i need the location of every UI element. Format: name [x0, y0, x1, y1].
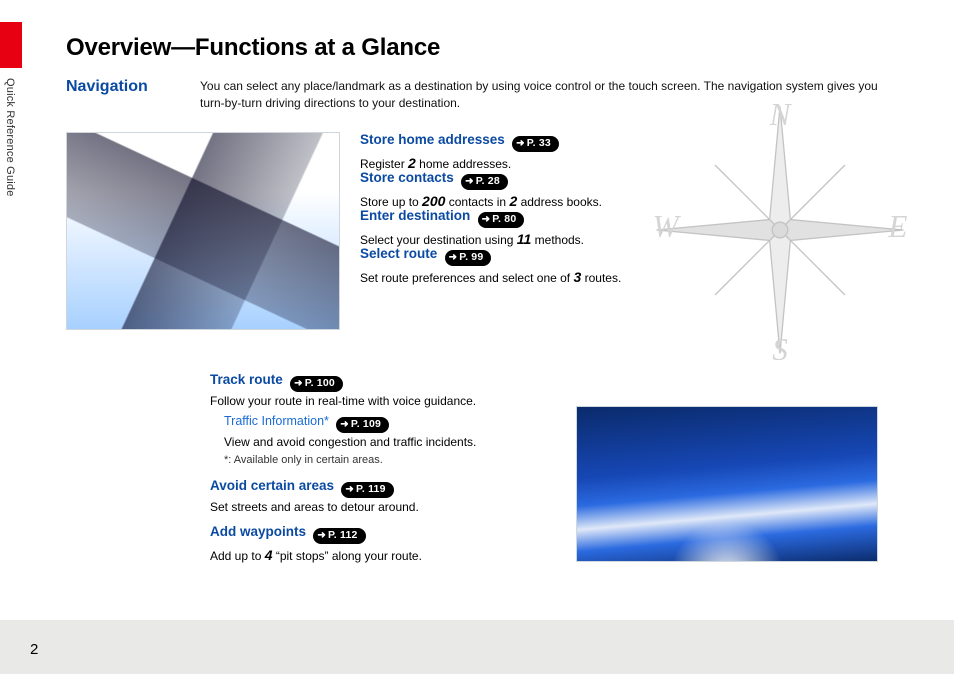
arrow-icon: ➜	[294, 379, 303, 389]
section-avoid-areas: Avoid certain areas ➜P. 119 Set streets …	[210, 476, 560, 516]
section-heading-navigation: Navigation	[66, 78, 148, 96]
section-tab	[0, 22, 22, 68]
desc-avoid-areas: Set streets and areas to detour around.	[210, 499, 560, 516]
arrow-icon: ➜	[340, 420, 349, 430]
section-add-waypoints: Add waypoints ➜P. 112 Add up to 4 “pit s…	[210, 522, 560, 565]
arrow-icon: ➜	[465, 177, 474, 187]
compass-e: E	[887, 209, 907, 244]
desc-traffic-info: View and avoid congestion and traffic in…	[224, 434, 560, 451]
arrow-icon: ➜	[482, 215, 491, 225]
heading-select-route[interactable]: Select route	[360, 246, 437, 261]
section-enter-destination: Enter destination ➜P. 80 Select your des…	[360, 206, 690, 249]
compass-s: S	[772, 332, 788, 360]
desc-track-route: Follow your route in real-time with voic…	[210, 393, 560, 410]
heading-enter-destination[interactable]: Enter destination	[360, 208, 470, 223]
heading-avoid-areas[interactable]: Avoid certain areas	[210, 478, 334, 493]
arrow-icon: ➜	[317, 531, 326, 541]
heading-track-route[interactable]: Track route	[210, 372, 283, 387]
page-ref-store-home[interactable]: ➜P. 33	[512, 136, 559, 152]
arrow-icon: ➜	[449, 253, 458, 263]
desc-select-route: Set route preferences and select one of …	[360, 267, 690, 287]
heading-add-waypoints[interactable]: Add waypoints	[210, 524, 306, 539]
highway-image	[576, 406, 878, 562]
compass-n: N	[769, 100, 793, 132]
page-ref-enter-destination[interactable]: ➜P. 80	[478, 212, 525, 228]
arrow-icon: ➜	[345, 485, 354, 495]
desc-add-waypoints: Add up to 4 “pit stops” along your route…	[210, 545, 560, 565]
side-label: Quick Reference Guide	[0, 78, 22, 298]
section-track-route: Track route ➜P. 100 Follow your route in…	[210, 370, 560, 410]
page-ref-add-waypoints[interactable]: ➜P. 112	[313, 528, 365, 544]
section-select-route: Select route ➜P. 99 Set route preference…	[360, 244, 690, 287]
heading-store-home[interactable]: Store home addresses	[360, 132, 505, 147]
skyscraper-image	[66, 132, 340, 330]
heading-store-contacts[interactable]: Store contacts	[360, 170, 454, 185]
page-ref-traffic-info[interactable]: ➜P. 109	[336, 417, 389, 433]
page: 2 Quick Reference Guide Overview—Functio…	[0, 0, 954, 674]
page-ref-select-route[interactable]: ➜P. 99	[445, 250, 492, 266]
page-ref-avoid-areas[interactable]: ➜P. 119	[341, 482, 393, 498]
section-store-home: Store home addresses ➜P. 33 Register 2 h…	[360, 130, 690, 173]
section-store-contacts: Store contacts ➜P. 28 Store up to 200 co…	[360, 168, 690, 211]
section-traffic-info: Traffic Information* ➜P. 109 View and av…	[210, 412, 560, 469]
page-ref-store-contacts[interactable]: ➜P. 28	[461, 174, 508, 190]
page-title: Overview—Functions at a Glance	[66, 34, 440, 62]
footer-strip: 2	[0, 620, 954, 674]
arrow-icon: ➜	[516, 139, 525, 149]
side-label-text: Quick Reference Guide	[4, 78, 16, 100]
page-number: 2	[30, 641, 38, 658]
footnote-traffic: *: Available only in certain areas.	[224, 453, 560, 469]
heading-traffic-info[interactable]: Traffic Information*	[224, 414, 329, 428]
page-ref-track-route[interactable]: ➜P. 100	[290, 376, 343, 392]
